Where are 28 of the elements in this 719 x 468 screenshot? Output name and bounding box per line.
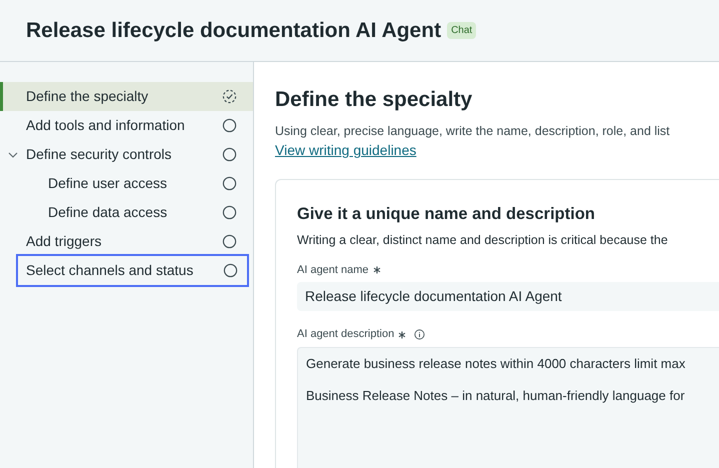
nav-item[interactable]: Define data access	[0, 198, 253, 227]
nav-item[interactable]: Define the specialty	[0, 82, 253, 111]
description-textarea[interactable]: Generate business release notes within 4000 characters limit max Business Release Notes – in natural, human-friendly language for	[297, 346, 719, 468]
name-input-field[interactable]: Release lifecycle documentation AI Agent	[297, 282, 719, 312]
card-description: Writing a clear, distinct name and description is critical because the	[297, 232, 669, 249]
field-label: AI agent name	[297, 262, 369, 278]
page-title: Release lifecycle documentation AI Agent	[26, 18, 442, 44]
writing-guidelines-link[interactable]: View writing guidelines	[275, 140, 416, 162]
section-title: Define the specialty	[275, 87, 474, 113]
nav-item-label: Define security controls	[26, 145, 173, 164]
nav-item-label: Define user access	[47, 174, 168, 193]
info-icon[interactable]	[414, 329, 426, 340]
nav-item-label: Select channels and status	[26, 261, 194, 280]
field-label: AI agent description	[297, 327, 394, 342]
card-title: Give it a unique name and description	[297, 204, 596, 226]
nav-item[interactable]: Add triggers	[0, 227, 253, 256]
description-text-line: Business Release Notes – in natural, human-friendly language for	[306, 387, 686, 406]
nav-item-label: Add triggers	[25, 232, 102, 251]
nav-item-label: Define the specialty	[25, 87, 150, 106]
nav-item[interactable]: Select channels and status	[18, 256, 247, 285]
nav-item[interactable]: Define user access	[0, 169, 253, 198]
description-text-line: Generate business release notes within 4000 characters limit max	[306, 354, 686, 373]
section-description: Using clear, precise language, write the name, description, role, and list	[275, 122, 671, 140]
nav-item-label: Add tools and information	[25, 116, 186, 135]
nav-item[interactable]: Define security controls	[0, 140, 253, 169]
nav-item[interactable]: Add tools and information	[0, 111, 253, 140]
nav-item-label: Define data access	[47, 203, 168, 222]
chat-tag: Chat	[447, 22, 476, 39]
